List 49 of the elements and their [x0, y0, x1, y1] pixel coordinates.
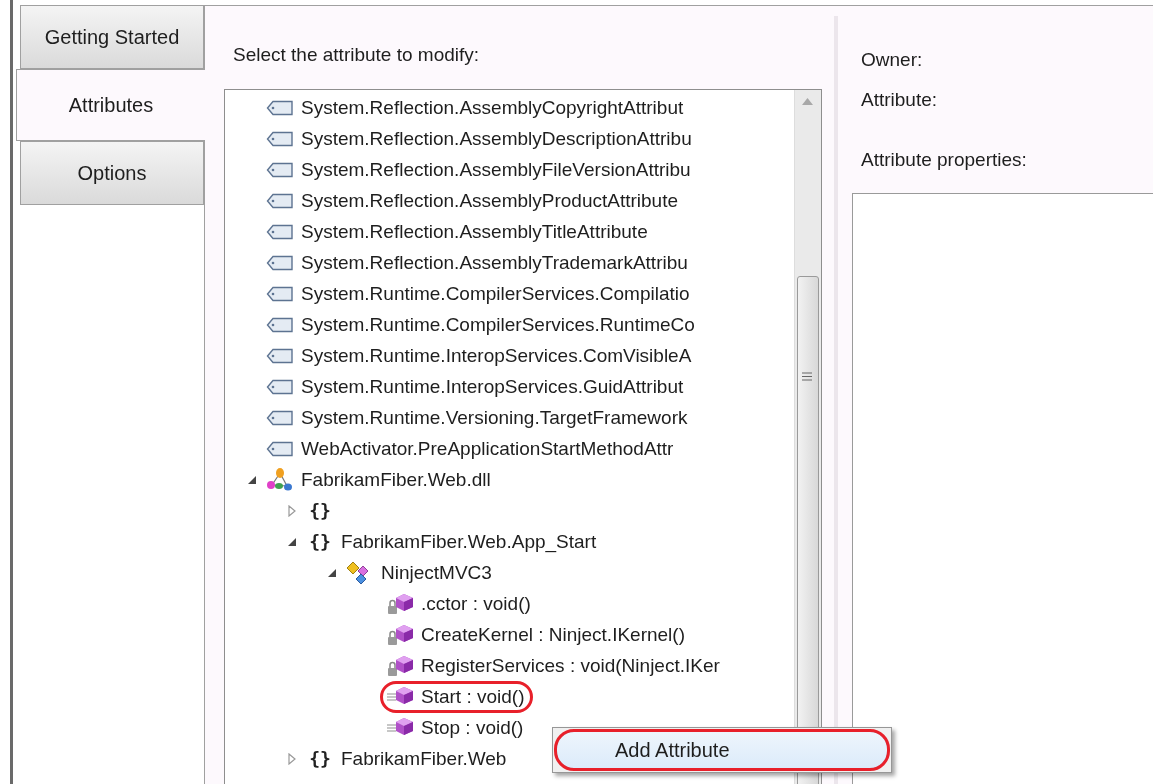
assembly-icon: [265, 466, 295, 493]
tag-icon: [266, 192, 294, 209]
tree-item[interactable]: System.Reflection.AssemblyCopyrightAttribut: [301, 96, 684, 119]
grip-icon: [802, 372, 812, 381]
tag-icon: [266, 285, 294, 302]
tag-icon: [266, 161, 294, 178]
menu-item[interactable]: Add Attribute: [556, 731, 888, 769]
namespace-icon: {}: [309, 500, 331, 521]
tab[interactable]: Attributes: [16, 69, 205, 141]
picker-label: Select the attribute to modify:: [233, 44, 481, 67]
tree-item[interactable]: System.Runtime.CompilerServices.Compilatio: [301, 282, 690, 305]
owner-label: Owner:: [861, 49, 924, 72]
tab[interactable]: Getting Started: [20, 5, 204, 69]
tag-icon: [266, 440, 294, 457]
tree-item[interactable]: Stop : void(): [421, 716, 524, 739]
tag-icon: [266, 130, 294, 147]
namespace-icon: {}: [309, 531, 331, 552]
tree-item[interactable]: FabrikamFiber.Web.App_Start: [341, 530, 597, 553]
tag-icon: [266, 316, 294, 333]
tree-item[interactable]: NinjectMVC3: [381, 561, 492, 584]
tag-icon: [266, 99, 294, 116]
tag-icon: [266, 254, 294, 271]
tag-icon: [266, 409, 294, 426]
scroll-up-icon[interactable]: [802, 98, 813, 105]
tree-item[interactable]: FabrikamFiber.Web.dll: [301, 468, 491, 491]
attribute-label: Attribute:: [861, 89, 939, 112]
tree-item[interactable]: System.Reflection.AssemblyDescriptionAttribu: [301, 127, 692, 150]
scrollbar[interactable]: [794, 90, 821, 784]
tab[interactable]: Options: [20, 141, 204, 205]
tree-item[interactable]: .cctor : void(): [421, 592, 531, 615]
tag-icon: [266, 378, 294, 395]
tree-item[interactable]: WebActivator.PreApplicationStartMethodAttr: [301, 437, 674, 460]
tree-item[interactable]: System.Runtime.Versioning.TargetFramework: [301, 406, 688, 429]
tree-item[interactable]: System.Runtime.InteropServices.ComVisibleA: [301, 344, 692, 367]
namespace-icon: {}: [309, 748, 331, 769]
tree-item[interactable]: System.Runtime.CompilerServices.RuntimeCo: [301, 313, 695, 336]
tree-item[interactable]: CreateKernel : Ninject.IKernel(): [421, 623, 685, 646]
tag-icon: [266, 347, 294, 364]
tree-item[interactable]: RegisterServices : void(Ninject.IKer: [421, 654, 720, 677]
tree-item[interactable]: System.Reflection.AssemblyFileVersionAttribu: [301, 158, 691, 181]
tree-item[interactable]: System.Reflection.AssemblyTitleAttribute: [301, 220, 648, 243]
tree-item[interactable]: Start : void(): [421, 685, 525, 708]
tree-item[interactable]: System.Reflection.AssemblyTrademarkAttribu: [301, 251, 688, 274]
tree-item[interactable]: FabrikamFiber.Web: [341, 747, 507, 770]
tag-icon: [266, 223, 294, 240]
tree-item[interactable]: System.Reflection.AssemblyProductAttribute: [301, 189, 678, 212]
scroll-thumb[interactable]: [797, 276, 819, 784]
tree-item[interactable]: System.Runtime.InteropServices.GuidAttribut: [301, 375, 684, 398]
properties-label: Attribute properties:: [861, 149, 1028, 172]
